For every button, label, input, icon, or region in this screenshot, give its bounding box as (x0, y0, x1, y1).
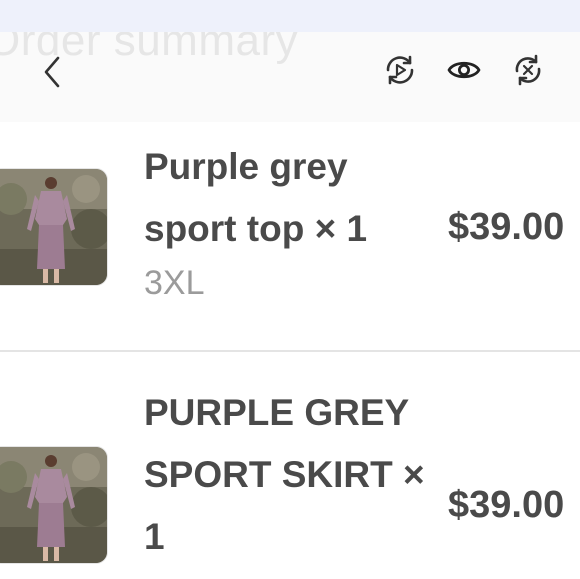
order-item[interactable]: Purple grey sport top × 1 3XL $39.00 (0, 122, 580, 350)
refresh-button[interactable] (510, 52, 546, 88)
product-price: $39.00 (448, 484, 565, 526)
order-item[interactable]: PURPLE GREY SPORT SKIRT × 1 $39.00 (0, 352, 580, 579)
replay-icon (382, 52, 418, 88)
status-bar (0, 0, 580, 32)
product-name: Purple grey sport top × 1 (144, 146, 368, 249)
product-thumbnail (0, 168, 108, 286)
header-bar: Order summary (0, 32, 580, 122)
chevron-left-icon (36, 52, 70, 92)
product-price: $39.00 (448, 206, 565, 248)
product-variant: 3XL (144, 264, 205, 302)
eye-icon (446, 52, 482, 88)
product-name: PURPLE GREY SPORT SKIRT × 1 (144, 392, 425, 557)
replay-button[interactable] (382, 52, 418, 88)
back-button[interactable] (36, 52, 70, 92)
refresh-icon (510, 52, 546, 88)
preview-button[interactable] (446, 52, 482, 88)
product-thumbnail (0, 446, 108, 564)
